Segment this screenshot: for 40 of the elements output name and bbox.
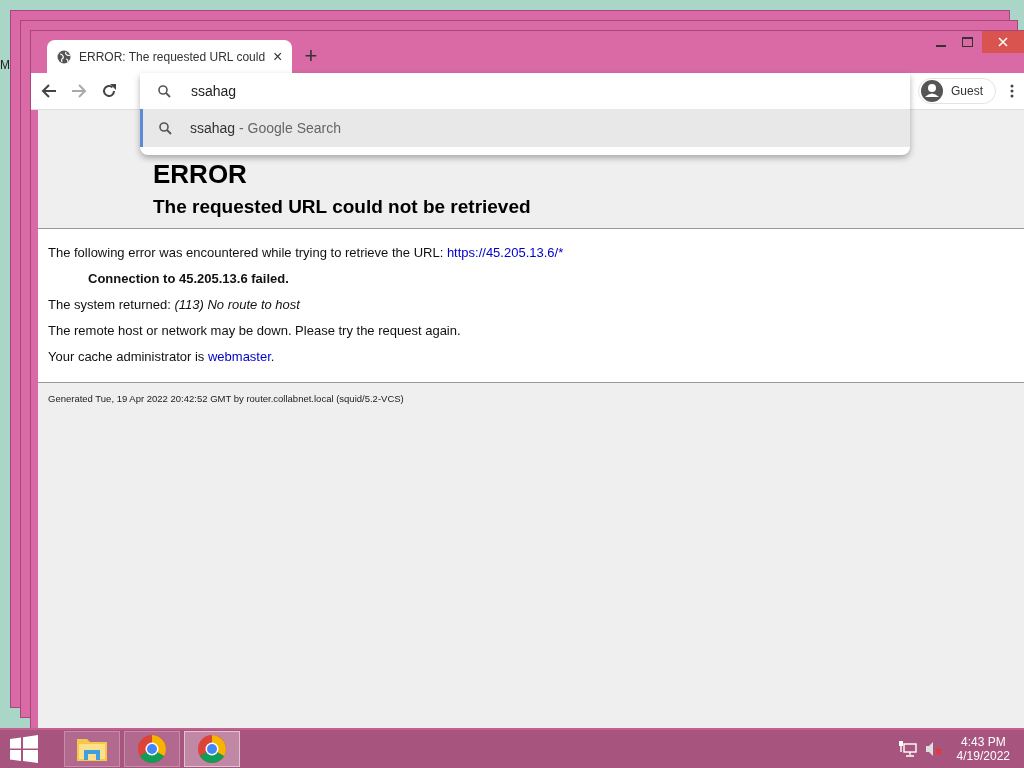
browser-tab[interactable]: ERROR: The requested URL could × [47, 40, 293, 73]
new-tab-button[interactable]: + [304, 43, 318, 69]
speaker-icon[interactable] [924, 741, 943, 757]
search-icon [158, 84, 171, 98]
taskbar-app-button[interactable] [64, 731, 120, 767]
clock-time: 4:43 PM [960, 735, 1006, 749]
error-intro: The following error was encountered while trying to retrieve the URL: https://45.205.13.6/* [48, 245, 565, 260]
windows-logo-icon[interactable] [10, 735, 38, 763]
taskbar-app-button[interactable] [184, 731, 240, 767]
address-field[interactable]: ssahag [189, 82, 493, 100]
forward-arrow-icon[interactable] [71, 83, 87, 99]
error-detail: Connection to 45.205.13.6 failed. [87, 271, 290, 286]
tab-close-button[interactable]: × [273, 47, 283, 66]
url-link[interactable]: https://45.205.13.6/* [446, 245, 564, 260]
minimize-icon [936, 45, 946, 47]
network-icon[interactable] [898, 741, 917, 757]
error-heading: ERROR [153, 160, 248, 188]
search-suggestion[interactable]: ssahag - Google Search [140, 109, 910, 147]
person-icon [921, 80, 943, 102]
profile-button[interactable]: Guest [918, 78, 996, 104]
globe-icon [57, 49, 71, 64]
close-button[interactable] [982, 31, 1024, 53]
close-icon [998, 37, 1008, 47]
reload-icon[interactable] [101, 83, 117, 99]
tab-title: ERROR: The requested URL could [79, 49, 266, 64]
menu-icon[interactable] [1010, 84, 1014, 98]
chrome-icon [197, 734, 227, 764]
error-subheading: The requested URL could not be retrieved [153, 196, 532, 218]
admin-text: Your cache administrator is webmaster. [48, 349, 276, 364]
desktop-label: M [0, 58, 10, 72]
chrome-icon [137, 734, 167, 764]
generated-footer: Generated Tue, 19 Apr 2022 20:42:52 GMT by router.collabnet.local (squid/5.2-VCS) [38, 383, 1024, 414]
clock-date: 4/19/2022 [956, 749, 1010, 763]
webmaster-link[interactable]: webmaster [207, 349, 271, 364]
advice-text: The remote host or network may be down. Please try the request again. [48, 323, 462, 338]
back-arrow-icon[interactable] [41, 83, 57, 99]
maximize-icon [961, 37, 973, 47]
system-returned: The system returned: (113) No route to host [48, 297, 302, 312]
search-icon [159, 121, 172, 135]
taskbar-app-button[interactable] [124, 731, 180, 767]
